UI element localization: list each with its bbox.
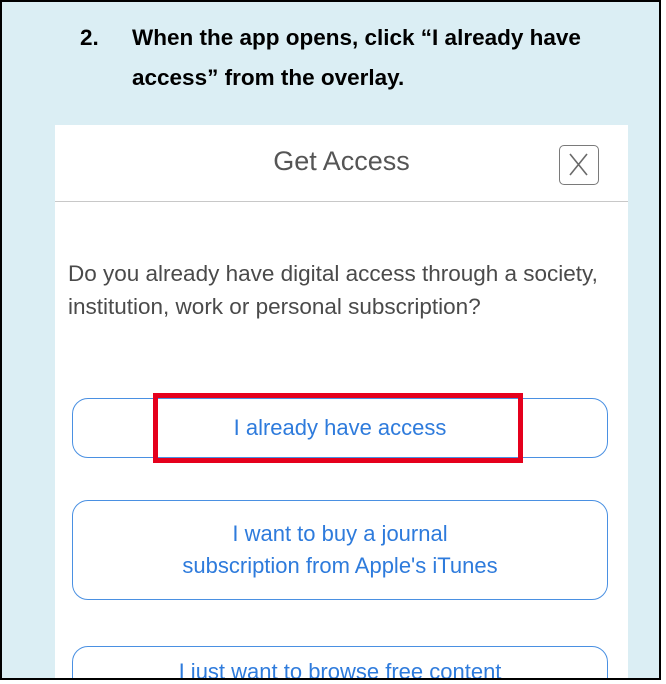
close-x-icon bbox=[569, 153, 588, 176]
buy-button-line1: I want to buy a journal bbox=[232, 521, 448, 546]
close-button[interactable] bbox=[559, 145, 599, 185]
buy-subscription-button[interactable]: I want to buy a journal subscription fro… bbox=[72, 500, 608, 600]
dialog-header: Get Access bbox=[55, 125, 628, 202]
access-question: Do you already have digital access throu… bbox=[68, 261, 598, 319]
dialog-title: Get Access bbox=[273, 146, 410, 176]
step-number: 2. bbox=[80, 25, 99, 50]
already-have-access-button[interactable]: I already have access bbox=[72, 398, 608, 458]
instruction-panel: 2. When the app opens, click “I already h… bbox=[0, 0, 661, 680]
step-text-line2: access” from the overlay. bbox=[132, 65, 405, 90]
buy-button-line2: subscription from Apple's iTunes bbox=[182, 553, 498, 578]
app-screenshot: Get Access Do you already have digital a… bbox=[55, 125, 628, 678]
instruction-step: 2. When the app opens, click “I already h… bbox=[80, 18, 650, 98]
browse-free-content-button[interactable]: I just want to browse free content bbox=[72, 646, 608, 678]
step-text-line1: When the app opens, click “I already hav… bbox=[132, 25, 581, 50]
